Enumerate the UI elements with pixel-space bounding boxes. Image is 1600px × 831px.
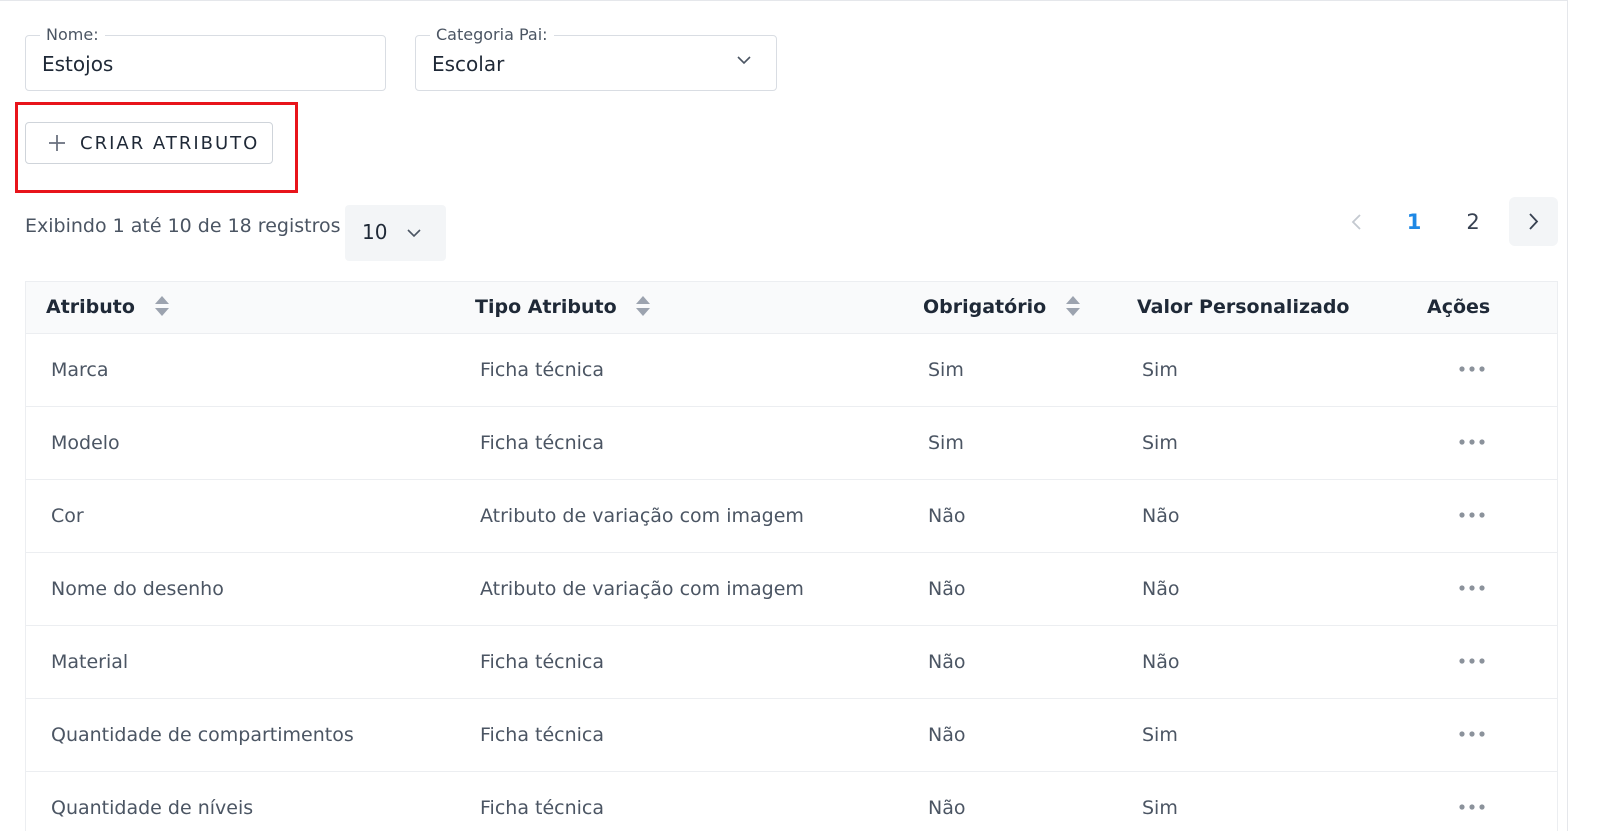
- column-header-label: Valor Personalizado: [1137, 296, 1350, 318]
- page-size-select[interactable]: 10: [345, 205, 446, 261]
- cell-obrigatorio: Não: [928, 724, 966, 746]
- create-attribute-button[interactable]: CRIAR ATRIBUTO: [25, 122, 273, 164]
- cell-obrigatorio: Não: [928, 797, 966, 819]
- column-header-label: Ações: [1427, 296, 1491, 318]
- cell-tipo-atributo: Atributo de variação com imagem: [480, 505, 804, 527]
- chevron-down-icon: [407, 229, 421, 238]
- more-actions-icon[interactable]: [1458, 510, 1486, 520]
- more-actions-icon[interactable]: [1458, 364, 1486, 374]
- cell-valor-personalizado: Sim: [1142, 359, 1178, 381]
- cell-atributo: Cor: [51, 505, 84, 527]
- more-actions-icon[interactable]: [1458, 802, 1486, 812]
- table-row: Nome do desenho Atributo de variação com…: [26, 553, 1557, 626]
- cell-atributo: Quantidade de compartimentos: [51, 724, 354, 746]
- cell-atributo: Material: [51, 651, 129, 673]
- cell-valor-personalizado: Não: [1142, 578, 1180, 600]
- more-actions-icon[interactable]: [1458, 583, 1486, 593]
- column-header-valor-personalizado: Valor Personalizado: [1137, 282, 1350, 333]
- table-row: Cor Atributo de variação com imagem Não …: [26, 480, 1557, 553]
- column-header-obrigatorio[interactable]: Obrigatório: [923, 282, 1081, 333]
- chevron-right-icon: [1529, 213, 1539, 230]
- pagination-page-1[interactable]: 1: [1399, 206, 1429, 238]
- table-row: Quantidade de compartimentos Ficha técni…: [26, 699, 1557, 772]
- column-header-atributo[interactable]: Atributo: [46, 282, 170, 333]
- cell-tipo-atributo: Ficha técnica: [480, 797, 604, 819]
- cell-atributo: Modelo: [51, 432, 120, 454]
- categoria-pai-label: Categoria Pai:: [430, 25, 554, 45]
- table-row: Marca Ficha técnica Sim Sim: [26, 334, 1557, 407]
- column-header-label: Tipo Atributo: [475, 296, 617, 318]
- page: Nome: Estojos Categoria Pai: Escolar CRI…: [0, 0, 1600, 831]
- attributes-table: Atributo Tipo Atributo Obrigatório Valor…: [25, 281, 1558, 831]
- cell-tipo-atributo: Ficha técnica: [480, 359, 604, 381]
- table-body: Marca Ficha técnica Sim Sim Modelo Ficha…: [26, 334, 1557, 831]
- chevron-left-icon: [1351, 214, 1361, 230]
- more-actions-icon[interactable]: [1458, 656, 1486, 666]
- page-size-value: 10: [362, 220, 388, 244]
- cell-obrigatorio: Sim: [928, 359, 964, 381]
- cell-obrigatorio: Não: [928, 578, 966, 600]
- cell-atributo: Quantidade de níveis: [51, 797, 254, 819]
- cell-tipo-atributo: Ficha técnica: [480, 724, 604, 746]
- more-actions-icon[interactable]: [1458, 437, 1486, 447]
- cell-valor-personalizado: Sim: [1142, 432, 1178, 454]
- table-row: Material Ficha técnica Não Não: [26, 626, 1557, 699]
- records-count-text: Exibindo 1 até 10 de 18 registros: [25, 215, 341, 237]
- sort-icon[interactable]: [1065, 294, 1081, 318]
- cell-valor-personalizado: Não: [1142, 651, 1180, 673]
- pagination-page-2[interactable]: 2: [1458, 206, 1488, 238]
- cell-tipo-atributo: Ficha técnica: [480, 651, 604, 673]
- table-row: Modelo Ficha técnica Sim Sim: [26, 407, 1557, 480]
- cell-tipo-atributo: Atributo de variação com imagem: [480, 578, 804, 600]
- column-header-label: Obrigatório: [923, 296, 1047, 318]
- create-attribute-label: CRIAR ATRIBUTO: [80, 132, 260, 154]
- chevron-down-icon: [737, 56, 751, 65]
- cell-obrigatorio: Sim: [928, 432, 964, 454]
- column-header-tipo-atributo[interactable]: Tipo Atributo: [475, 282, 651, 333]
- sort-icon[interactable]: [635, 294, 651, 318]
- nome-field[interactable]: Nome: Estojos: [25, 25, 386, 91]
- categoria-pai-select[interactable]: Categoria Pai: Escolar: [415, 25, 777, 91]
- table-row: Quantidade de níveis Ficha técnica Não S…: [26, 772, 1557, 831]
- cell-tipo-atributo: Ficha técnica: [480, 432, 604, 454]
- right-divider: [1567, 0, 1568, 831]
- cell-valor-personalizado: Não: [1142, 505, 1180, 527]
- cell-obrigatorio: Não: [928, 651, 966, 673]
- more-actions-icon[interactable]: [1458, 729, 1486, 739]
- cell-valor-personalizado: Sim: [1142, 724, 1178, 746]
- cell-valor-personalizado: Sim: [1142, 797, 1178, 819]
- cell-atributo: Nome do desenho: [51, 578, 224, 600]
- pagination-next-button[interactable]: [1509, 197, 1558, 246]
- categoria-pai-value: Escolar: [432, 52, 505, 76]
- nome-value[interactable]: Estojos: [42, 51, 113, 77]
- column-header-label: Atributo: [46, 296, 135, 318]
- nome-label: Nome:: [40, 25, 105, 45]
- plus-icon: [49, 135, 65, 151]
- top-divider: [0, 0, 1568, 1]
- sort-icon[interactable]: [154, 294, 170, 318]
- pagination-prev-button[interactable]: [1343, 206, 1369, 238]
- cell-atributo: Marca: [51, 359, 109, 381]
- column-header-acoes: Ações: [1427, 282, 1490, 333]
- cell-obrigatorio: Não: [928, 505, 966, 527]
- table-header: Atributo Tipo Atributo Obrigatório Valor…: [26, 282, 1557, 334]
